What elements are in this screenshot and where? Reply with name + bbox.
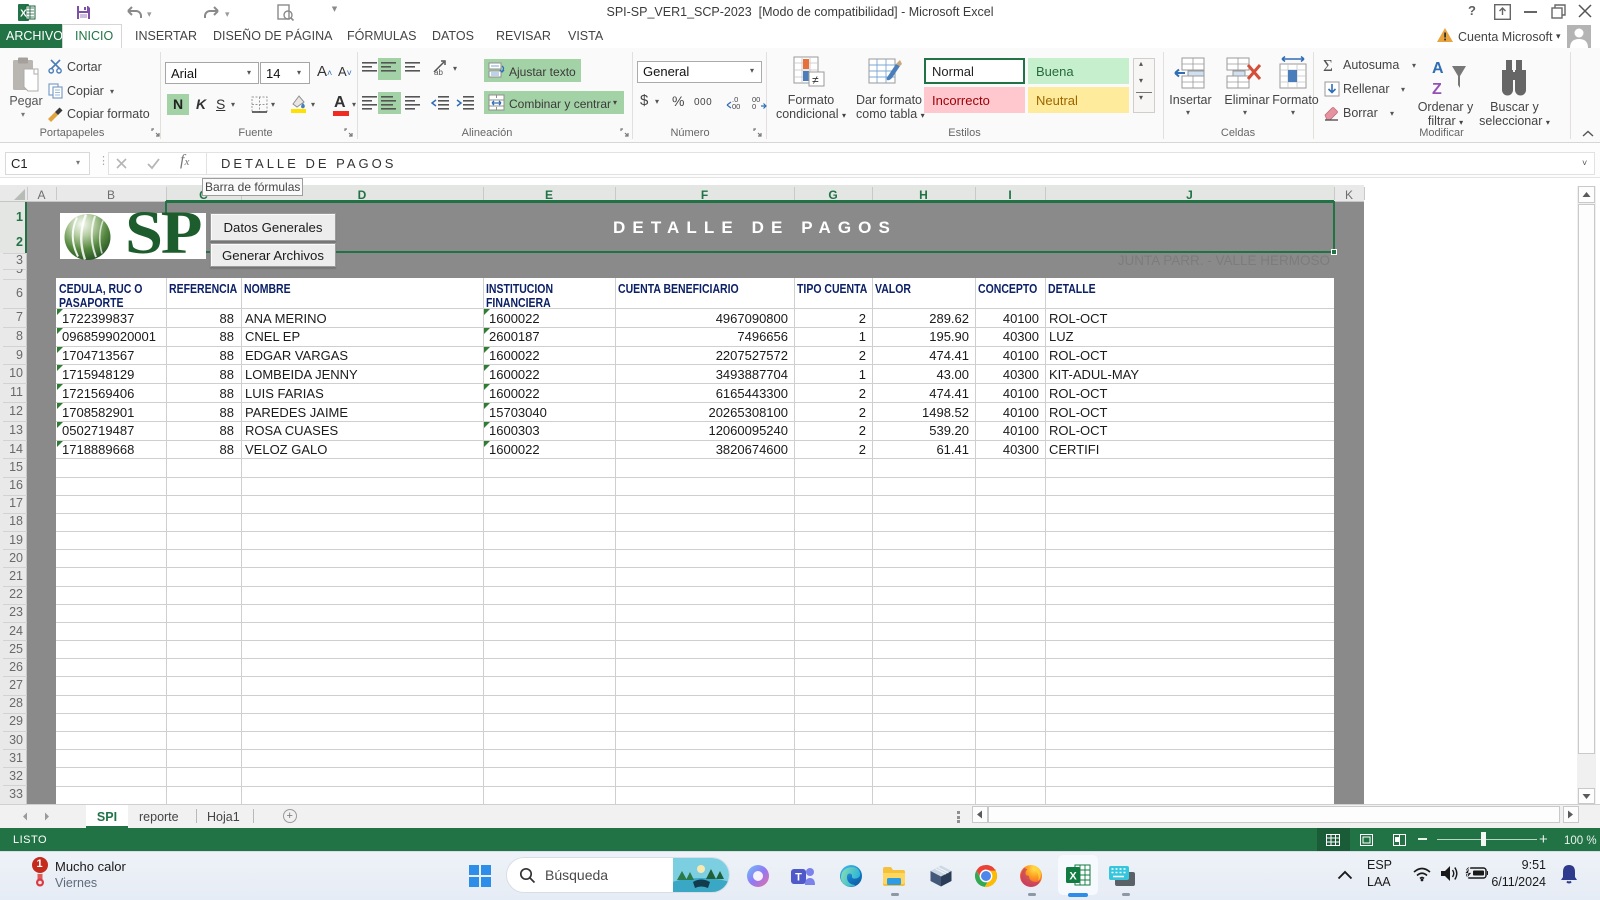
svg-text:Z: Z (1432, 81, 1442, 98)
svg-text:T: T (795, 872, 802, 884)
svg-text:A: A (1432, 60, 1444, 77)
svg-text:0: 0 (752, 102, 756, 110)
svg-text:00: 00 (732, 102, 740, 110)
svg-text:≠: ≠ (812, 73, 819, 87)
svg-text:ab: ab (434, 68, 443, 76)
svg-text:X: X (1069, 871, 1077, 883)
